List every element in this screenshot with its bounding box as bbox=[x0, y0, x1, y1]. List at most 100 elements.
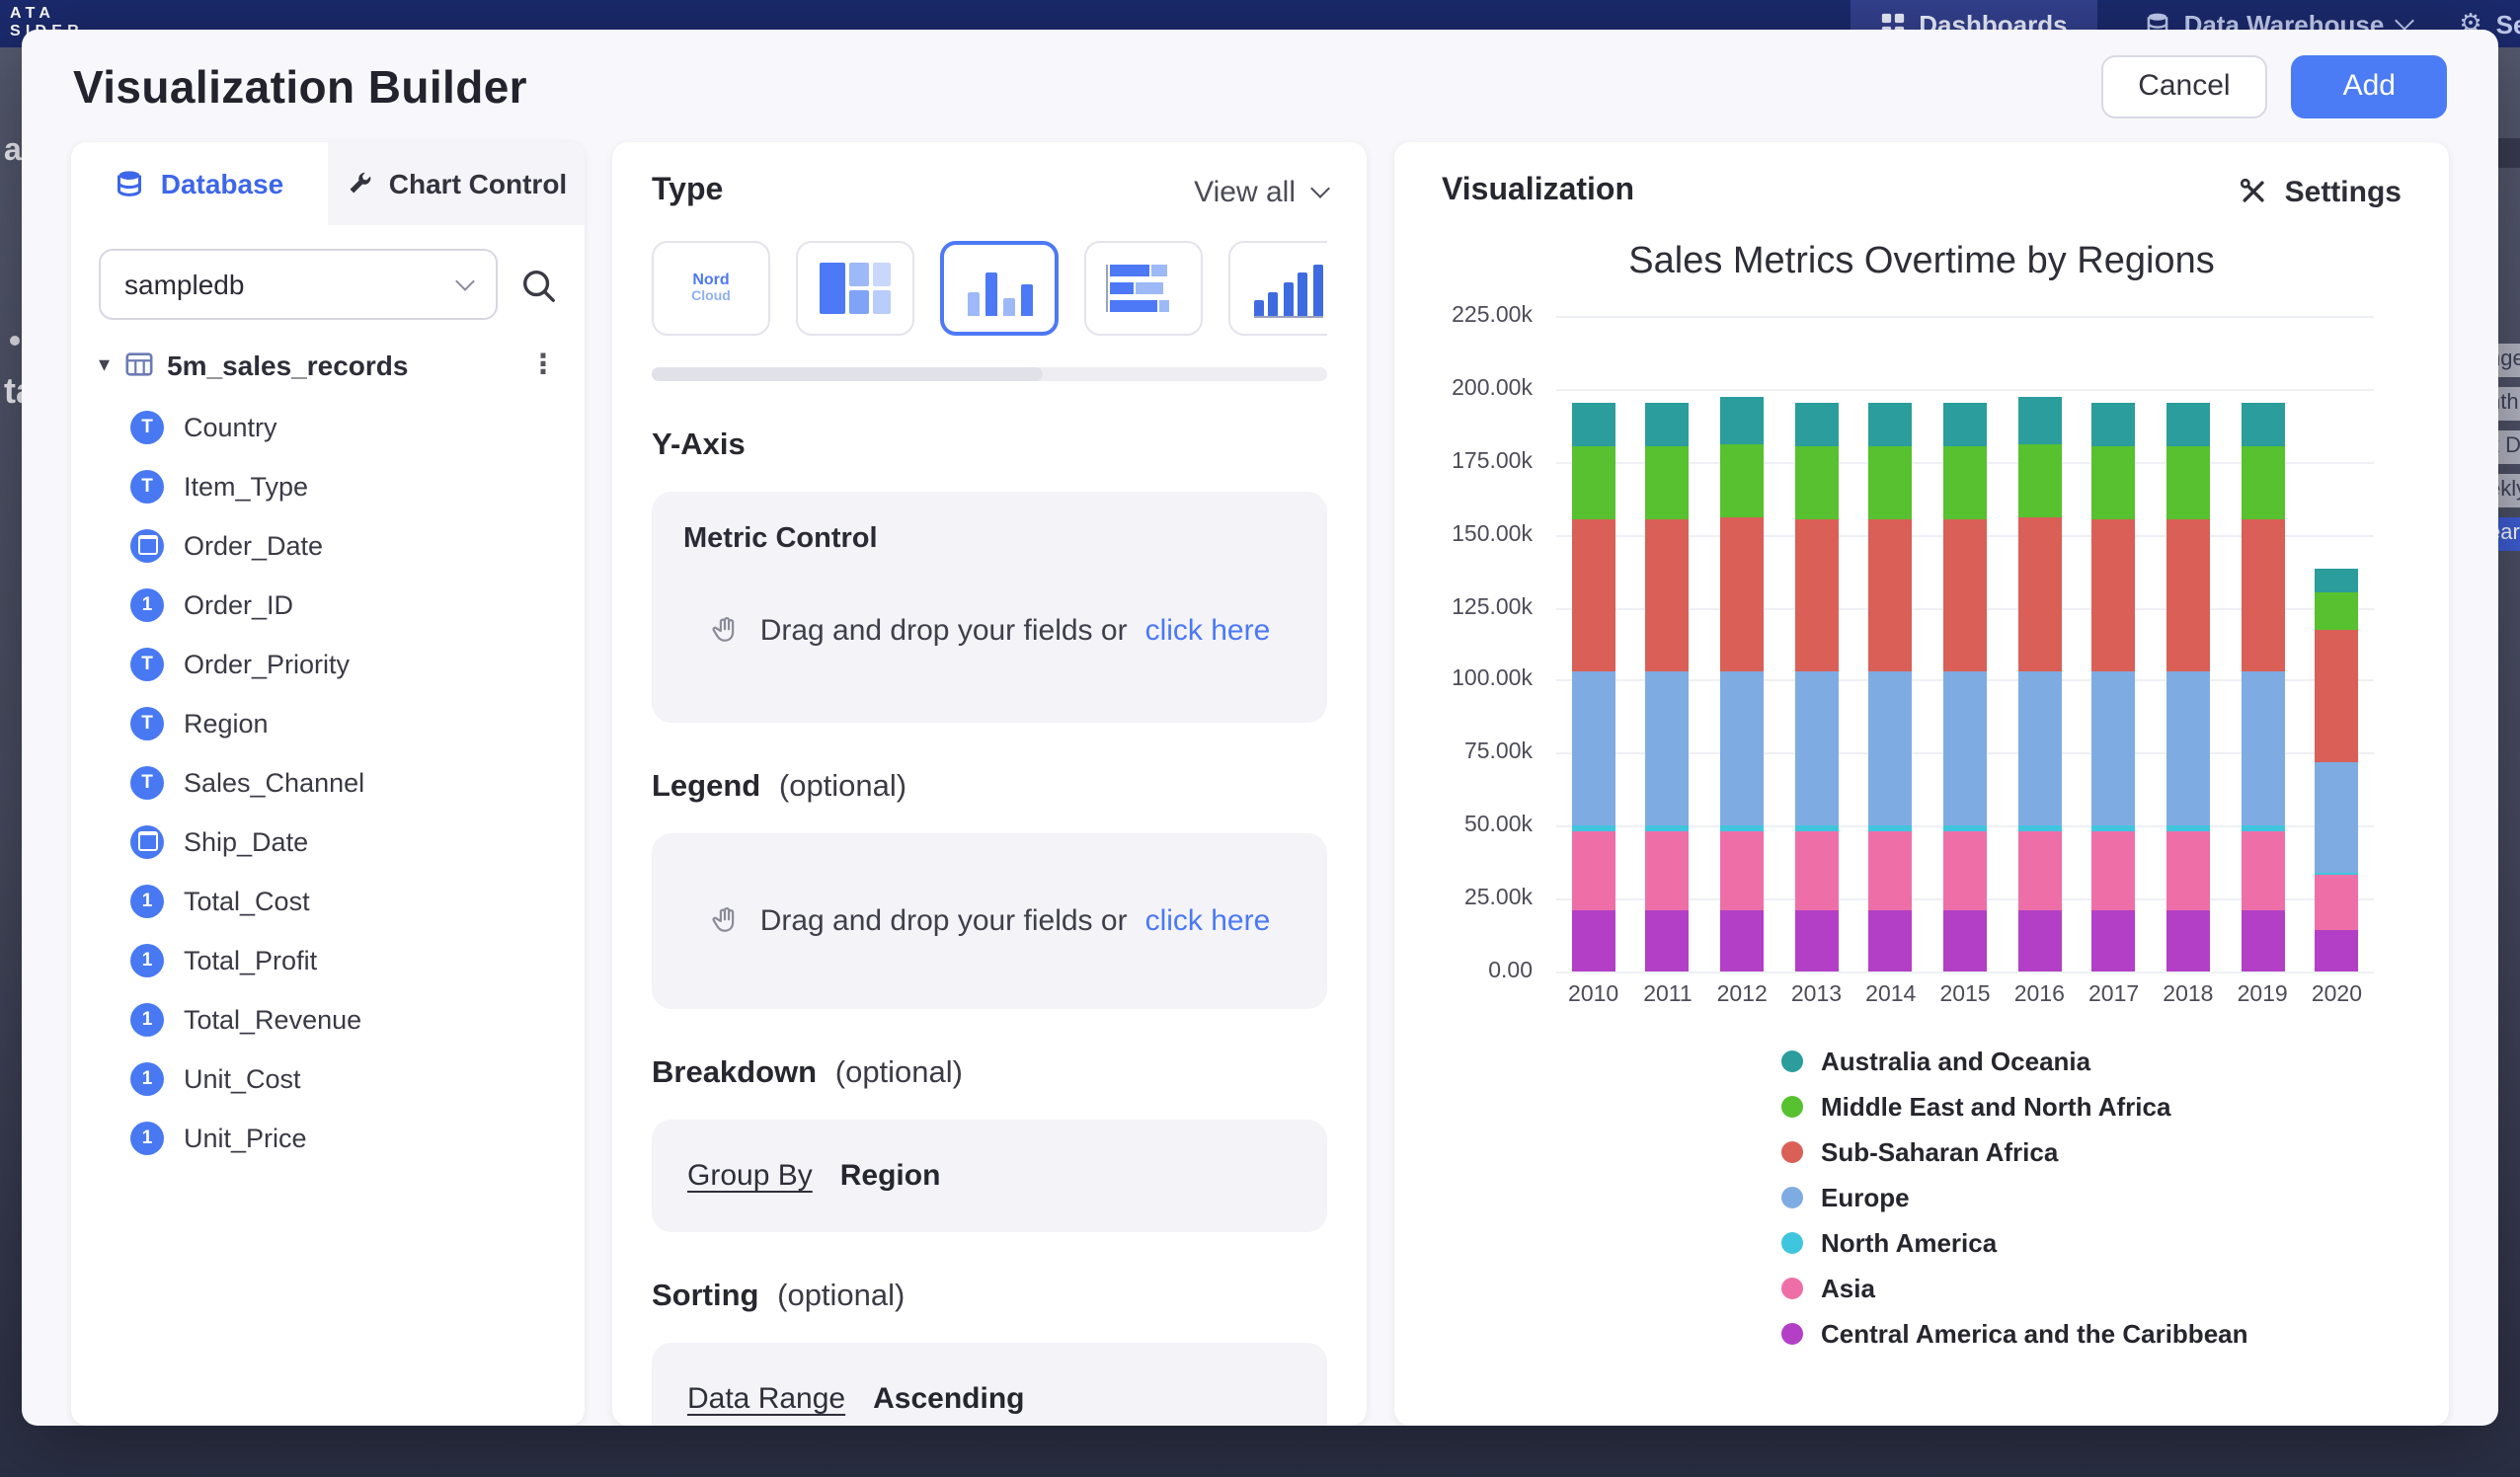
stacked-bar-2014[interactable] bbox=[1869, 316, 1913, 972]
bar-group-2019 bbox=[2226, 316, 2300, 972]
bar-segment bbox=[2166, 671, 2210, 825]
field-row-unit_price[interactable]: 1Unit_Price bbox=[71, 1108, 585, 1167]
chart-type-bar-selected[interactable] bbox=[940, 241, 1059, 336]
group-by-label[interactable]: Group By bbox=[687, 1159, 813, 1193]
table-tree-item[interactable]: ▾ 5m_sales_records ⋮ bbox=[71, 336, 585, 393]
stacked-bar-2010[interactable] bbox=[1572, 316, 1615, 972]
field-row-order_id[interactable]: 1Order_ID bbox=[71, 575, 585, 634]
bar-group-2018 bbox=[2151, 316, 2225, 972]
bar-group-2016 bbox=[2003, 316, 2077, 972]
bar-group-2012 bbox=[1705, 316, 1779, 972]
field-row-sales_channel[interactable]: TSales_Channel bbox=[71, 752, 585, 812]
tab-chart-control[interactable]: Chart Control bbox=[328, 142, 585, 225]
visualization-heading: Visualization bbox=[1442, 174, 1634, 209]
tab-database[interactable]: Database bbox=[71, 142, 328, 225]
bar-segment bbox=[2241, 671, 2284, 825]
sorting-row[interactable]: Data Range Ascending bbox=[652, 1343, 1327, 1426]
stacked-bar-2012[interactable] bbox=[1720, 316, 1764, 972]
word-cloud-preview: Nord Cloud bbox=[691, 272, 731, 305]
metric-control-dropzone[interactable]: Metric Control Drag and drop your fields… bbox=[652, 492, 1327, 723]
chart-legend: Australia and Oceania Middle East and Nor… bbox=[1781, 1047, 2402, 1349]
bar-segment bbox=[2166, 404, 2210, 447]
field-row-region[interactable]: TRegion bbox=[71, 693, 585, 752]
kebab-menu-icon[interactable]: ⋮ bbox=[529, 348, 557, 381]
visualization-builder-modal: Visualization Builder Cancel Add Databas… bbox=[22, 30, 2498, 1426]
chart-settings-button[interactable]: Settings bbox=[2238, 175, 2402, 208]
y-tick-label: 0.00 bbox=[1488, 960, 1533, 983]
field-row-unit_cost[interactable]: 1Unit_Cost bbox=[71, 1049, 585, 1108]
bar-segment bbox=[1720, 910, 1764, 972]
legend-color-dot bbox=[1781, 1096, 1803, 1118]
stacked-bar-2020[interactable] bbox=[2315, 316, 2358, 972]
field-type-text-icon: T bbox=[130, 706, 164, 739]
field-row-total_profit[interactable]: 1Total_Profit bbox=[71, 930, 585, 989]
datasource-select[interactable]: sampledb bbox=[99, 249, 498, 320]
stacked-bar-2019[interactable] bbox=[2241, 316, 2284, 972]
x-tick-label: 2014 bbox=[1853, 983, 1928, 1007]
nav-settings-label: Setti bbox=[2496, 9, 2520, 39]
bar-segment bbox=[1646, 404, 1690, 447]
modal-header: Visualization Builder Cancel Add bbox=[22, 30, 2498, 130]
bar-segment bbox=[1794, 671, 1838, 825]
thumbnail-scrollbar[interactable] bbox=[652, 367, 1327, 381]
stacked-bar-2015[interactable] bbox=[1943, 316, 1987, 972]
field-row-item_type[interactable]: TItem_Type bbox=[71, 456, 585, 515]
table-icon bbox=[123, 350, 153, 379]
panel-tabbar: Database Chart Control bbox=[71, 142, 585, 225]
stacked-bar-2017[interactable] bbox=[2092, 316, 2136, 972]
stacked-bar-2018[interactable] bbox=[2166, 316, 2210, 972]
legend-item[interactable]: Europe bbox=[1781, 1183, 2402, 1212]
search-button[interactable] bbox=[519, 266, 557, 303]
legend-item[interactable]: Sub-Saharan Africa bbox=[1781, 1137, 2402, 1167]
field-row-total_cost[interactable]: 1Total_Cost bbox=[71, 871, 585, 930]
field-row-ship_date[interactable]: Ship_Date bbox=[71, 812, 585, 871]
add-button[interactable]: Add bbox=[2292, 55, 2447, 118]
database-icon bbox=[116, 169, 145, 198]
field-row-country[interactable]: TCountry bbox=[71, 397, 585, 456]
bar-segment bbox=[2017, 671, 2061, 825]
legend-item[interactable]: Asia bbox=[1781, 1274, 2402, 1303]
sorting-heading: Sorting (optional) bbox=[652, 1280, 1327, 1315]
bar-segment bbox=[2092, 404, 2136, 447]
legend-item[interactable]: Australia and Oceania bbox=[1781, 1047, 2402, 1076]
legend-item[interactable]: Central America and the Caribbean bbox=[1781, 1319, 2402, 1349]
chart-type-list: Nord Cloud bbox=[652, 241, 1327, 340]
sorting-optional-label: (optional) bbox=[777, 1280, 905, 1313]
bar-segment bbox=[1646, 910, 1690, 972]
legend-item[interactable]: North America bbox=[1781, 1228, 2402, 1258]
table-name: 5m_sales_records bbox=[167, 349, 408, 380]
stacked-bar-chart: 225.00k200.00k175.00k150.00k125.00k100.0… bbox=[1442, 316, 2402, 972]
field-row-order_priority[interactable]: TOrder_Priority bbox=[71, 634, 585, 693]
cancel-button[interactable]: Cancel bbox=[2100, 55, 2267, 118]
group-by-row[interactable]: Group By Region bbox=[652, 1120, 1327, 1232]
tab-chart-control-label: Chart Control bbox=[389, 168, 567, 199]
x-tick-label: 2018 bbox=[2151, 983, 2225, 1007]
chart-type-treemap[interactable] bbox=[796, 241, 914, 336]
bar-segment bbox=[1720, 831, 1764, 910]
sorting-label[interactable]: Data Range bbox=[687, 1382, 845, 1416]
y-tick-label: 75.00k bbox=[1464, 741, 1533, 765]
legend-dropzone[interactable]: Drag and drop your fields or click here bbox=[652, 833, 1327, 1009]
bar-segment bbox=[2092, 520, 2136, 671]
legend-item[interactable]: Middle East and North Africa bbox=[1781, 1092, 2402, 1122]
legend-label: Sub-Saharan Africa bbox=[1821, 1137, 2058, 1167]
stacked-bar-2011[interactable] bbox=[1646, 316, 1690, 972]
chart-type-horizontal-stacked-bar[interactable] bbox=[1084, 241, 1203, 336]
view-all-button[interactable]: View all bbox=[1194, 175, 1327, 208]
chart-type-column[interactable] bbox=[1228, 241, 1327, 336]
field-row-total_revenue[interactable]: 1Total_Revenue bbox=[71, 989, 585, 1049]
stacked-bar-2016[interactable] bbox=[2017, 316, 2061, 972]
type-panel: Type View all Nord Cloud bbox=[612, 142, 1367, 1426]
stacked-bar-2013[interactable] bbox=[1794, 316, 1838, 972]
y-tick-label: 50.00k bbox=[1464, 814, 1533, 837]
chart-type-word-cloud[interactable]: Nord Cloud bbox=[652, 241, 770, 336]
y-axis-heading: Y-Axis bbox=[652, 428, 1327, 464]
caret-down-icon[interactable]: ▾ bbox=[99, 351, 110, 377]
bar-segment bbox=[2092, 671, 2136, 825]
click-here-link[interactable]: click here bbox=[1145, 614, 1271, 648]
group-by-value: Region bbox=[840, 1159, 941, 1193]
x-tick-label: 2015 bbox=[1928, 983, 2002, 1007]
field-row-order_date[interactable]: Order_Date bbox=[71, 515, 585, 575]
bar-segment bbox=[1869, 404, 1913, 447]
click-here-link[interactable]: click here bbox=[1145, 904, 1271, 938]
